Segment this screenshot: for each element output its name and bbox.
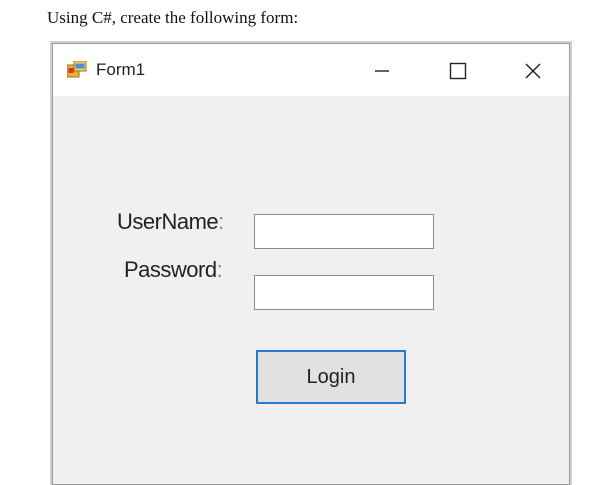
password-label: Password: (124, 257, 223, 283)
windows-form-icon (67, 61, 87, 78)
close-icon (525, 63, 541, 79)
username-field[interactable] (254, 214, 434, 249)
window-title: Form1 (96, 60, 146, 79)
maximize-button[interactable] (435, 54, 481, 88)
maximize-icon (449, 62, 467, 80)
username-label: UserName: (117, 209, 224, 235)
minimize-icon (375, 70, 389, 72)
username-label-text: UserName (117, 209, 219, 234)
close-button[interactable] (510, 54, 556, 88)
instruction-text: Using C#, create the following form: (47, 8, 299, 27)
password-colon: : (216, 257, 223, 282)
login-button[interactable]: Login (256, 350, 406, 404)
minimize-button[interactable] (359, 54, 405, 88)
username-colon: : (218, 209, 224, 234)
title-bar[interactable]: Form1 (53, 44, 569, 96)
login-button-label: Login (306, 365, 356, 388)
password-field[interactable] (254, 275, 434, 310)
form-window: Form1 UserName: Password: Login (52, 43, 570, 485)
password-label-text: Password (124, 257, 217, 282)
